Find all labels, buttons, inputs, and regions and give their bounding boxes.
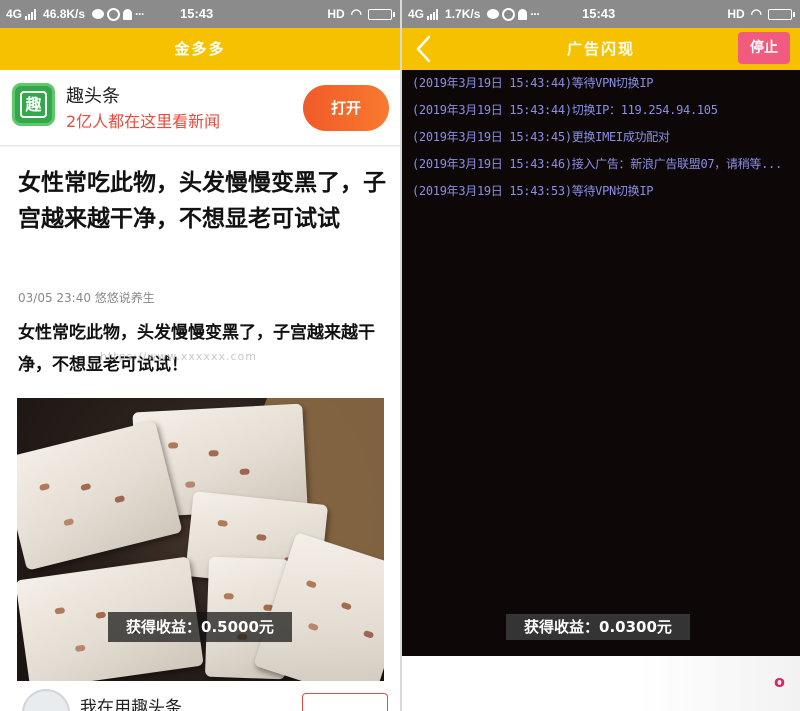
message-bubble-icon <box>92 9 105 19</box>
left-phone-screen: 4G 46.8K/s ··· 15:43 HD ◠ 金多多 趣 趣头条 2亿人都… <box>0 0 400 711</box>
more-dots-icon: ··· <box>135 7 145 21</box>
network-type: 4G <box>6 7 23 21</box>
open-app-button[interactable]: 打开 <box>303 85 389 131</box>
log-line: (2019年3月19日 15:43:44)切换IP：119.254.94.105 <box>412 103 718 117</box>
avatar <box>22 689 70 711</box>
status-time: 15:43 <box>582 6 616 21</box>
earnings-toast: 获得收益：0.5000元 <box>108 612 292 642</box>
log-panel: (2019年3月19日 15:43:44)等待VPN切换IP (2019年3月1… <box>412 74 792 209</box>
page-title: 金多多 <box>174 40 226 58</box>
battery-icon <box>368 8 395 20</box>
status-bar: 4G 1.7K/s ··· 15:43 HD ◠ <box>402 0 800 28</box>
article-meta: 03/05 23:40 悠悠说养生 <box>18 291 155 305</box>
wifi-icon: ◠ <box>350 6 362 21</box>
app-title-bar: 金多多 <box>0 28 400 70</box>
stop-button[interactable]: 停止 <box>738 32 790 64</box>
network-speed: 46.8K/s <box>43 7 86 21</box>
bottom-promo-card[interactable]: 我在用趣头条 <box>0 681 400 711</box>
log-line: (2019年3月19日 15:43:44)等待VPN切换IP <box>412 76 654 90</box>
signal-bars-icon <box>427 8 439 20</box>
network-speed: 1.7K/s <box>445 7 481 21</box>
log-line: (2019年3月19日 15:43:53)等待VPN切换IP <box>412 184 654 198</box>
qutoutiao-app-icon: 趣 <box>12 83 55 126</box>
watermark-text: https://www.xxxxxx.com <box>100 350 257 363</box>
wifi-icon: ◠ <box>750 6 762 21</box>
hd-indicator: HD <box>327 7 345 21</box>
more-dots-icon: ··· <box>530 7 540 21</box>
log-line: (2019年3月19日 15:43:46)接入广告：新浪广告联盟07，请稍等..… <box>412 157 782 171</box>
article-summary: 女性常吃此物，头发慢慢变黑了，子宫越来越干净，不想显老可试试！ <box>18 323 375 375</box>
app-round-icon <box>107 7 121 21</box>
battery-icon <box>768 8 795 20</box>
bell-icon <box>518 8 528 20</box>
hd-indicator: HD <box>727 7 745 21</box>
log-line: (2019年3月19日 15:43:45)更换IMEI成功配对 <box>412 130 670 144</box>
app-icon-char: 趣 <box>20 91 47 118</box>
corner-mark: o <box>774 672 785 691</box>
status-bar: 4G 46.8K/s ··· 15:43 HD ◠ <box>0 0 400 28</box>
status-time: 15:43 <box>180 6 214 21</box>
cake-piece <box>17 420 183 571</box>
network-type: 4G <box>408 7 425 21</box>
promo-text: 我在用趣头条 <box>80 698 182 711</box>
message-bubble-icon <box>487 9 500 19</box>
bell-icon <box>123 8 133 20</box>
back-chevron-icon[interactable] <box>412 32 436 66</box>
app-name: 趣头条 <box>66 86 120 107</box>
signal-bars-icon <box>25 8 37 20</box>
article-headline[interactable]: 女性常吃此物，头发慢慢变黑了，子宫越来越干净，不想显老可试试 <box>18 165 388 237</box>
promo-action-button[interactable] <box>302 693 388 711</box>
earnings-toast: 获得收益：0.0300元 <box>506 614 690 640</box>
app-round-icon <box>502 7 516 21</box>
app-slogan: 2亿人都在这里看新闻 <box>66 112 221 131</box>
